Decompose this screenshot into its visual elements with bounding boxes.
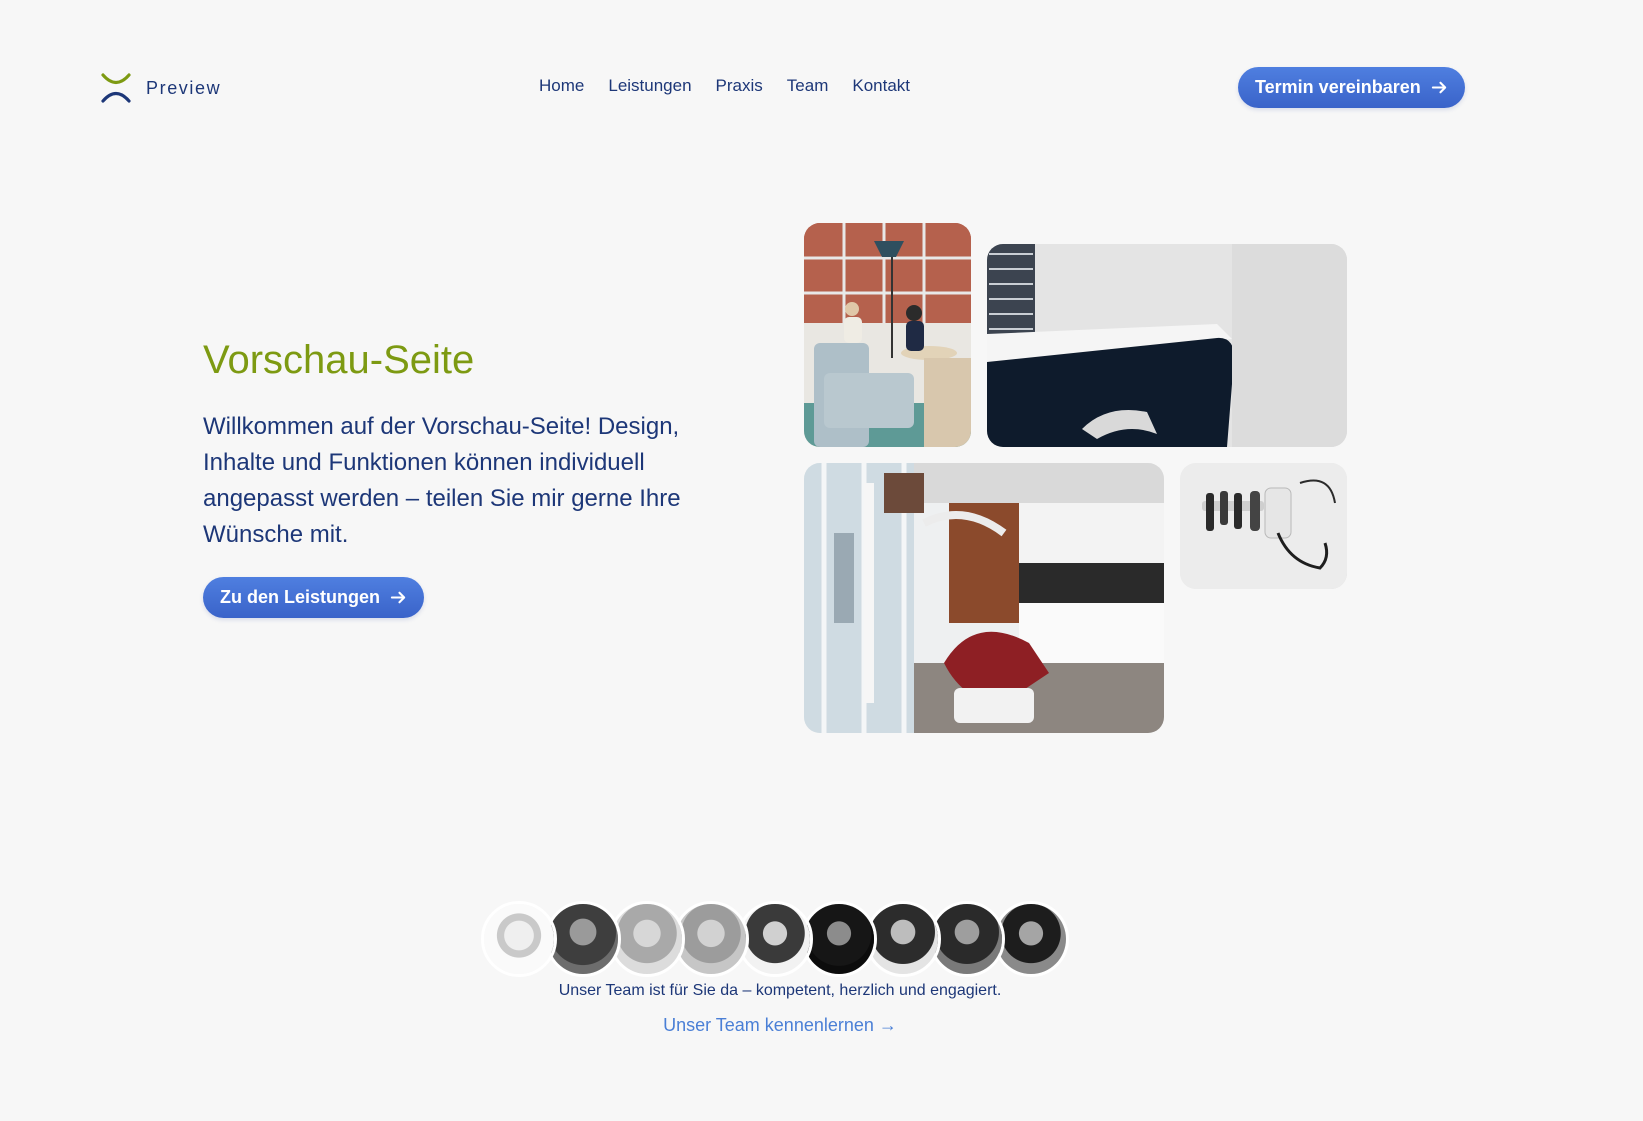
team-caption: Unser Team ist für Sie da – kompetent, h… <box>558 982 1002 999</box>
page: Preview Home Leistungen Praxis Team Kont… <box>0 0 1643 1121</box>
hero-text: Willkommen auf der Vorschau-Seite! Desig… <box>203 413 681 548</box>
nav-item-praxis[interactable]: Praxis <box>716 76 763 96</box>
logo-mark-icon <box>101 73 131 103</box>
main-nav: Home Leistungen Praxis Team Kontakt <box>539 76 910 96</box>
nav-item-home[interactable]: Home <box>539 76 584 96</box>
wall-instruments-illustration <box>1180 463 1347 589</box>
appointment-button-label: Termin vereinbaren <box>1255 77 1421 97</box>
waiting-room-photo <box>804 223 971 447</box>
nav-item-team[interactable]: Team <box>787 76 829 96</box>
services-button-label: Zu den Leistungen <box>220 587 380 607</box>
arrow-right-icon <box>1431 81 1446 94</box>
hero-title: Vorschau-Seite <box>203 338 475 382</box>
waiting-room-illustration <box>804 223 971 447</box>
nav-item-leistungen[interactable]: Leistungen <box>608 76 691 96</box>
avatar[interactable] <box>481 901 557 977</box>
logo[interactable]: Preview <box>100 72 221 104</box>
treatment-bed-illustration <box>987 244 1347 447</box>
appointment-button[interactable]: Termin vereinbaren <box>1238 67 1465 108</box>
nav-item-kontakt[interactable]: Kontakt <box>852 76 910 96</box>
dental-room-illustration <box>804 463 1164 733</box>
team-link[interactable]: Unser Team kennenlernen → <box>0 1015 1560 1036</box>
treatment-bed-photo <box>987 244 1347 447</box>
team-avatars[interactable] <box>481 901 1081 977</box>
arrow-right-icon <box>390 591 406 604</box>
dental-treatment-room-photo <box>804 463 1164 733</box>
logo-text: Preview <box>146 77 222 98</box>
services-button[interactable]: Zu den Leistungen <box>203 577 424 618</box>
wall-medical-instruments-photo <box>1180 463 1347 589</box>
